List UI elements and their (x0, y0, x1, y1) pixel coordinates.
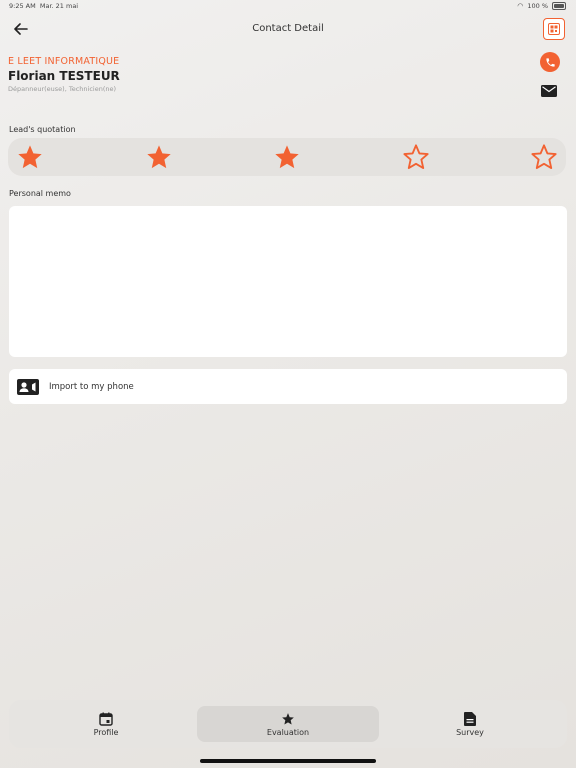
tab-evaluation-label: Evaluation (266, 727, 310, 737)
status-time: 9:25 AM (9, 2, 36, 10)
qr-code-icon (548, 23, 560, 35)
quotation-label: Lead's quotation (9, 125, 76, 134)
import-to-phone-button[interactable]: Import to my phone (9, 369, 567, 404)
company-name: E LEET INFORMATIQUE (8, 56, 120, 67)
contact-role: Dépanneur(euse), Technicien(ne) (8, 85, 117, 93)
qr-code-button[interactable] (543, 18, 565, 40)
status-bar: 9:25 AM Mar. 21 mai ◠ 100 % (0, 0, 576, 12)
battery-icon (552, 2, 566, 10)
import-label: Import to my phone (49, 381, 134, 392)
tab-profile-label: Profile (93, 727, 119, 737)
star-rating (8, 138, 566, 176)
tab-survey-label: Survey (456, 727, 484, 737)
email-button[interactable] (540, 84, 558, 98)
tab-survey[interactable]: Survey (379, 706, 561, 742)
phone-icon (545, 57, 555, 67)
contact-name: Florian TESTEUR (8, 69, 120, 83)
star-filled-icon[interactable] (273, 143, 301, 171)
star-outline-icon[interactable] (530, 143, 558, 171)
tab-evaluation[interactable]: Evaluation (197, 706, 379, 742)
tab-profile[interactable]: Profile (15, 706, 197, 742)
status-time-date: 9:25 AM Mar. 21 mai (9, 2, 78, 10)
mail-icon (541, 85, 557, 97)
battery-percent: 100 % (527, 2, 548, 10)
page-title: Contact Detail (252, 23, 324, 34)
home-indicator (200, 759, 376, 763)
star-filled-icon[interactable] (16, 143, 44, 171)
status-date: Mar. 21 mai (39, 2, 79, 10)
document-icon (464, 711, 476, 726)
wifi-icon: ◠ (517, 2, 524, 10)
contact-header: E LEET INFORMATIQUE Florian TESTEUR Dépa… (8, 52, 568, 112)
personal-memo-input[interactable] (9, 206, 567, 357)
status-right: ◠ 100 % (517, 2, 566, 10)
contact-card-icon (16, 378, 40, 396)
star-outline-icon[interactable] (402, 143, 430, 171)
call-button[interactable] (540, 52, 560, 72)
navigation-bar: Contact Detail (0, 14, 576, 44)
star-filled-icon[interactable] (145, 143, 173, 171)
calendar-icon (99, 712, 113, 726)
star-icon (282, 712, 294, 725)
memo-label: Personal memo (9, 189, 71, 198)
tab-bar: Profile Evaluation Survey (9, 700, 567, 748)
